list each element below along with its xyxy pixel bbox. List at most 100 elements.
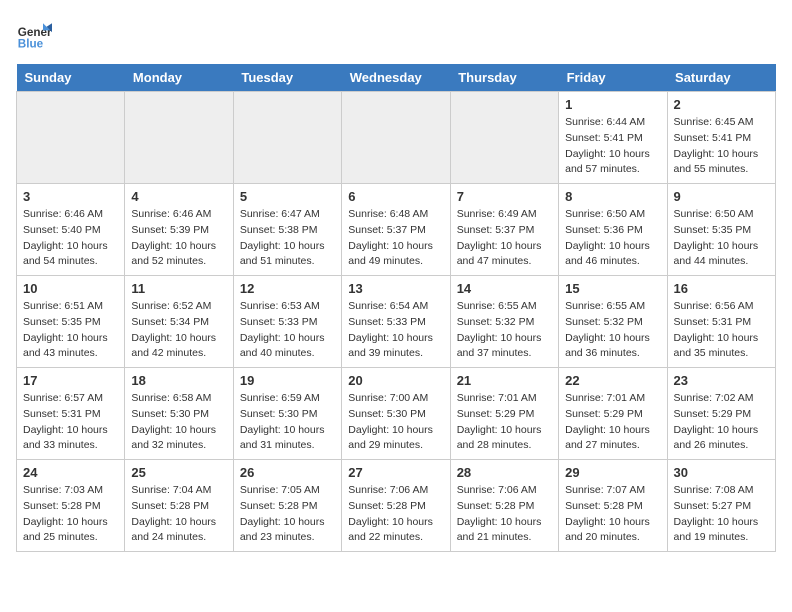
- day-number: 4: [131, 189, 226, 204]
- day-cell-1: 1 Sunrise: 6:44 AM Sunset: 5:41 PM Daylig…: [559, 92, 667, 184]
- week-row-1: 1 Sunrise: 6:44 AM Sunset: 5:41 PM Daylig…: [17, 92, 776, 184]
- empty-cell: [233, 92, 341, 184]
- day-info: Sunrise: 6:59 AM Sunset: 5:30 PM Dayligh…: [240, 391, 335, 454]
- day-cell-25: 25 Sunrise: 7:04 AM Sunset: 5:28 PM Dayli…: [125, 460, 233, 552]
- weekday-header-sunday: Sunday: [17, 64, 125, 92]
- day-cell-3: 3 Sunrise: 6:46 AM Sunset: 5:40 PM Daylig…: [17, 184, 125, 276]
- day-number: 14: [457, 281, 552, 296]
- empty-cell: [342, 92, 450, 184]
- week-row-5: 24 Sunrise: 7:03 AM Sunset: 5:28 PM Dayli…: [17, 460, 776, 552]
- day-info: Sunrise: 6:50 AM Sunset: 5:36 PM Dayligh…: [565, 207, 660, 270]
- day-info: Sunrise: 6:55 AM Sunset: 5:32 PM Dayligh…: [565, 299, 660, 362]
- day-cell-18: 18 Sunrise: 6:58 AM Sunset: 5:30 PM Dayli…: [125, 368, 233, 460]
- day-info: Sunrise: 7:02 AM Sunset: 5:29 PM Dayligh…: [674, 391, 769, 454]
- day-number: 30: [674, 465, 769, 480]
- day-cell-6: 6Sunrise: 6:48 AM Sunset: 5:37 PM Daylig…: [342, 184, 450, 276]
- day-info: Sunrise: 6:58 AM Sunset: 5:30 PM Dayligh…: [131, 391, 226, 454]
- day-cell-9: 9Sunrise: 6:50 AM Sunset: 5:35 PM Daylig…: [667, 184, 775, 276]
- day-info: Sunrise: 6:53 AM Sunset: 5:33 PM Dayligh…: [240, 299, 335, 362]
- day-cell-29: 29 Sunrise: 7:07 AM Sunset: 5:28 PM Dayli…: [559, 460, 667, 552]
- day-cell-4: 4 Sunrise: 6:46 AM Sunset: 5:39 PM Daylig…: [125, 184, 233, 276]
- day-cell-17: 17Sunrise: 6:57 AM Sunset: 5:31 PM Dayli…: [17, 368, 125, 460]
- day-number: 25: [131, 465, 226, 480]
- day-number: 7: [457, 189, 552, 204]
- day-number: 22: [565, 373, 660, 388]
- day-info: Sunrise: 7:06 AM Sunset: 5:28 PM Dayligh…: [348, 483, 443, 546]
- day-info: Sunrise: 6:51 AM Sunset: 5:35 PM Dayligh…: [23, 299, 118, 362]
- day-info: Sunrise: 7:03 AM Sunset: 5:28 PM Dayligh…: [23, 483, 118, 546]
- weekday-header-wednesday: Wednesday: [342, 64, 450, 92]
- logo-icon: General Blue: [16, 16, 52, 52]
- week-row-3: 10 Sunrise: 6:51 AM Sunset: 5:35 PM Dayli…: [17, 276, 776, 368]
- svg-text:Blue: Blue: [18, 38, 44, 51]
- calendar-table: SundayMondayTuesdayWednesdayThursdayFrid…: [16, 64, 776, 552]
- day-info: Sunrise: 6:45 AM Sunset: 5:41 PM Dayligh…: [674, 115, 769, 178]
- day-number: 3: [23, 189, 118, 204]
- day-number: 8: [565, 189, 660, 204]
- weekday-header-monday: Monday: [125, 64, 233, 92]
- empty-cell: [125, 92, 233, 184]
- day-info: Sunrise: 6:54 AM Sunset: 5:33 PM Dayligh…: [348, 299, 443, 362]
- day-info: Sunrise: 7:06 AM Sunset: 5:28 PM Dayligh…: [457, 483, 552, 546]
- day-number: 12: [240, 281, 335, 296]
- day-info: Sunrise: 6:46 AM Sunset: 5:40 PM Dayligh…: [23, 207, 118, 270]
- day-cell-15: 15Sunrise: 6:55 AM Sunset: 5:32 PM Dayli…: [559, 276, 667, 368]
- day-number: 18: [131, 373, 226, 388]
- day-number: 29: [565, 465, 660, 480]
- day-number: 19: [240, 373, 335, 388]
- day-number: 23: [674, 373, 769, 388]
- day-info: Sunrise: 7:00 AM Sunset: 5:30 PM Dayligh…: [348, 391, 443, 454]
- day-info: Sunrise: 6:56 AM Sunset: 5:31 PM Dayligh…: [674, 299, 769, 362]
- day-number: 24: [23, 465, 118, 480]
- day-number: 20: [348, 373, 443, 388]
- weekday-header-row: SundayMondayTuesdayWednesdayThursdayFrid…: [17, 64, 776, 92]
- day-info: Sunrise: 6:46 AM Sunset: 5:39 PM Dayligh…: [131, 207, 226, 270]
- day-cell-12: 12 Sunrise: 6:53 AM Sunset: 5:33 PM Dayli…: [233, 276, 341, 368]
- day-cell-24: 24 Sunrise: 7:03 AM Sunset: 5:28 PM Dayli…: [17, 460, 125, 552]
- day-cell-19: 19 Sunrise: 6:59 AM Sunset: 5:30 PM Dayli…: [233, 368, 341, 460]
- day-cell-26: 26 Sunrise: 7:05 AM Sunset: 5:28 PM Dayli…: [233, 460, 341, 552]
- day-cell-23: 23 Sunrise: 7:02 AM Sunset: 5:29 PM Dayli…: [667, 368, 775, 460]
- weekday-header-friday: Friday: [559, 64, 667, 92]
- day-number: 5: [240, 189, 335, 204]
- week-row-4: 17Sunrise: 6:57 AM Sunset: 5:31 PM Dayli…: [17, 368, 776, 460]
- day-info: Sunrise: 6:47 AM Sunset: 5:38 PM Dayligh…: [240, 207, 335, 270]
- day-number: 26: [240, 465, 335, 480]
- day-number: 28: [457, 465, 552, 480]
- day-number: 21: [457, 373, 552, 388]
- weekday-header-saturday: Saturday: [667, 64, 775, 92]
- day-info: Sunrise: 6:50 AM Sunset: 5:35 PM Dayligh…: [674, 207, 769, 270]
- weekday-header-tuesday: Tuesday: [233, 64, 341, 92]
- empty-cell: [450, 92, 558, 184]
- logo: General Blue: [16, 16, 56, 52]
- day-cell-28: 28 Sunrise: 7:06 AM Sunset: 5:28 PM Dayli…: [450, 460, 558, 552]
- day-info: Sunrise: 7:08 AM Sunset: 5:27 PM Dayligh…: [674, 483, 769, 546]
- day-info: Sunrise: 7:05 AM Sunset: 5:28 PM Dayligh…: [240, 483, 335, 546]
- weekday-header-thursday: Thursday: [450, 64, 558, 92]
- day-number: 11: [131, 281, 226, 296]
- day-info: Sunrise: 6:57 AM Sunset: 5:31 PM Dayligh…: [23, 391, 118, 454]
- day-cell-21: 21 Sunrise: 7:01 AM Sunset: 5:29 PM Dayli…: [450, 368, 558, 460]
- page-header: General Blue: [16, 16, 776, 52]
- day-cell-10: 10 Sunrise: 6:51 AM Sunset: 5:35 PM Dayli…: [17, 276, 125, 368]
- day-number: 10: [23, 281, 118, 296]
- day-info: Sunrise: 6:44 AM Sunset: 5:41 PM Dayligh…: [565, 115, 660, 178]
- day-number: 1: [565, 97, 660, 112]
- day-cell-20: 20 Sunrise: 7:00 AM Sunset: 5:30 PM Dayli…: [342, 368, 450, 460]
- day-info: Sunrise: 7:04 AM Sunset: 5:28 PM Dayligh…: [131, 483, 226, 546]
- day-number: 16: [674, 281, 769, 296]
- day-cell-7: 7Sunrise: 6:49 AM Sunset: 5:37 PM Daylig…: [450, 184, 558, 276]
- day-cell-16: 16 Sunrise: 6:56 AM Sunset: 5:31 PM Dayli…: [667, 276, 775, 368]
- day-number: 13: [348, 281, 443, 296]
- week-row-2: 3 Sunrise: 6:46 AM Sunset: 5:40 PM Daylig…: [17, 184, 776, 276]
- day-cell-22: 22 Sunrise: 7:01 AM Sunset: 5:29 PM Dayli…: [559, 368, 667, 460]
- day-cell-30: 30 Sunrise: 7:08 AM Sunset: 5:27 PM Dayli…: [667, 460, 775, 552]
- day-number: 6: [348, 189, 443, 204]
- empty-cell: [17, 92, 125, 184]
- day-cell-8: 8 Sunrise: 6:50 AM Sunset: 5:36 PM Daylig…: [559, 184, 667, 276]
- day-info: Sunrise: 7:01 AM Sunset: 5:29 PM Dayligh…: [457, 391, 552, 454]
- day-info: Sunrise: 7:07 AM Sunset: 5:28 PM Dayligh…: [565, 483, 660, 546]
- day-info: Sunrise: 7:01 AM Sunset: 5:29 PM Dayligh…: [565, 391, 660, 454]
- day-cell-5: 5 Sunrise: 6:47 AM Sunset: 5:38 PM Daylig…: [233, 184, 341, 276]
- day-cell-11: 11Sunrise: 6:52 AM Sunset: 5:34 PM Dayli…: [125, 276, 233, 368]
